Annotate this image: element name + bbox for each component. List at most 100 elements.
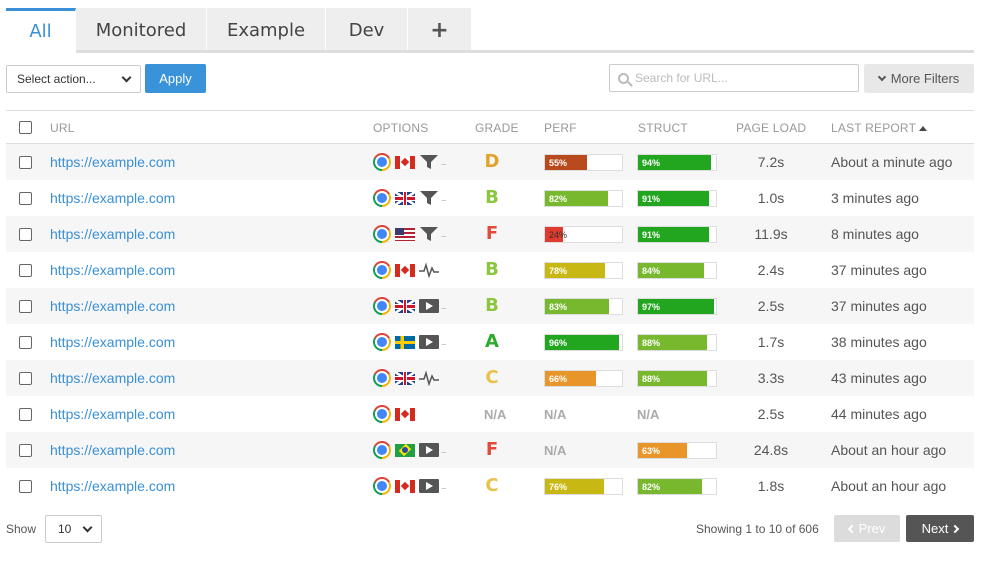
chrome-icon: [373, 369, 391, 387]
row-checkbox[interactable]: [19, 156, 32, 169]
ellipsis-icon: ...: [441, 193, 446, 203]
monitor-pulse-icon: [419, 370, 439, 387]
add-tab-button[interactable]: +: [408, 8, 472, 52]
perf-bar: 66%: [544, 370, 623, 387]
filter-icon: [419, 226, 439, 242]
search-icon: [618, 72, 629, 84]
flag-se-icon: [395, 335, 415, 349]
struct-na: N/A: [637, 407, 660, 422]
struct-bar-label: 63%: [642, 446, 661, 456]
row-checkbox[interactable]: [19, 228, 32, 241]
struct-bar: 88%: [637, 334, 717, 351]
tab-dev[interactable]: Dev: [326, 8, 408, 52]
search-input[interactable]: Search for URL...: [609, 64, 859, 92]
row-checkbox[interactable]: [19, 480, 32, 493]
options-cell: ...: [373, 153, 446, 171]
row-checkbox[interactable]: [19, 264, 32, 277]
video-icon: [419, 299, 439, 313]
tab-monitored[interactable]: Monitored: [76, 8, 207, 52]
url-link[interactable]: https://example.com: [50, 370, 175, 386]
column-perf[interactable]: PERF: [544, 121, 577, 135]
page-size-select[interactable]: 10: [45, 515, 102, 543]
struct-bar-label: 91%: [642, 194, 661, 204]
column-page-load[interactable]: PAGE LOAD: [736, 121, 806, 135]
page-load-time: 2.4s: [757, 262, 785, 278]
struct-bar: 82%: [637, 478, 717, 495]
options-cell: ...: [373, 297, 446, 315]
url-link[interactable]: https://example.com: [50, 478, 175, 494]
row-checkbox[interactable]: [19, 336, 32, 349]
row-checkbox[interactable]: [19, 300, 32, 313]
chrome-icon: [373, 153, 391, 171]
perf-bar: 82%: [544, 190, 623, 207]
chevron-down-icon: [877, 72, 886, 81]
url-link[interactable]: https://example.com: [50, 298, 175, 314]
sort-ascending-icon: [919, 126, 928, 131]
url-link[interactable]: https://example.com: [50, 190, 175, 206]
more-filters-label: More Filters: [890, 71, 960, 86]
struct-bar: 94%: [637, 154, 717, 171]
url-link[interactable]: https://example.com: [50, 226, 175, 242]
more-filters-button[interactable]: More Filters: [864, 64, 974, 93]
column-grade[interactable]: GRADE: [475, 121, 519, 135]
ellipsis-icon: ...: [441, 157, 446, 167]
struct-bar-label: 94%: [642, 158, 661, 168]
chrome-icon: [373, 189, 391, 207]
video-icon: [419, 335, 439, 349]
column-struct[interactable]: STRUCT: [638, 121, 688, 135]
url-link[interactable]: https://example.com: [50, 442, 175, 458]
video-icon: [419, 443, 439, 457]
chrome-icon: [373, 261, 391, 279]
apply-button[interactable]: Apply: [145, 64, 206, 93]
next-label: Next: [921, 521, 949, 536]
page-load-time: 24.8s: [753, 442, 789, 458]
url-link[interactable]: https://example.com: [50, 406, 175, 422]
column-url[interactable]: URL: [50, 121, 75, 135]
grade-letter: F: [485, 223, 499, 244]
row-checkbox[interactable]: [19, 444, 32, 457]
table-row: https://example.com... B 83% 97% 2.5s 37 minu…: [6, 288, 974, 324]
filter-icon: [419, 190, 439, 206]
table-row: https://example.com... A 96% 88% 1.7s 38 minu…: [6, 324, 974, 360]
select-all-checkbox[interactable]: [19, 121, 32, 134]
page-size-value: 10: [58, 522, 72, 536]
ellipsis-icon: ...: [441, 229, 446, 239]
options-cell: [373, 369, 439, 387]
prev-page-button[interactable]: Prev: [834, 515, 900, 542]
last-report-time: About a minute ago: [831, 154, 953, 170]
table-row: https://example.com... F 24% 91% 11.9s 8 minu…: [6, 216, 974, 252]
tab-example[interactable]: Example: [207, 8, 326, 52]
ellipsis-icon: ...: [441, 337, 446, 347]
url-link[interactable]: https://example.com: [50, 154, 175, 170]
ellipsis-icon: ...: [441, 445, 446, 455]
row-checkbox[interactable]: [19, 408, 32, 421]
column-last-report[interactable]: LAST REPORT: [831, 121, 928, 135]
grade-letter: D: [484, 151, 500, 172]
grade-letter: B: [485, 259, 499, 280]
grade-letter: B: [485, 295, 499, 316]
row-checkbox[interactable]: [19, 372, 32, 385]
next-page-button[interactable]: Next: [906, 515, 974, 542]
row-checkbox[interactable]: [19, 192, 32, 205]
tab-bar: All Monitored Example Dev +: [6, 8, 472, 52]
page-load-time: 1.0s: [757, 190, 785, 206]
url-link[interactable]: https://example.com: [50, 262, 175, 278]
flag-gb-icon: [395, 299, 415, 313]
grade-letter: A: [485, 331, 499, 352]
page-load-time: 3.3s: [757, 370, 785, 386]
perf-bar-label: 55%: [549, 158, 568, 168]
flag-ca-icon: [395, 407, 415, 421]
chrome-icon: [373, 225, 391, 243]
tab-all[interactable]: All: [6, 8, 76, 52]
chevron-down-icon: [121, 72, 132, 82]
table-header: URL OPTIONS GRADE PERF STRUCT PAGE LOAD …: [6, 111, 974, 144]
url-link[interactable]: https://example.com: [50, 334, 175, 350]
options-cell: ...: [373, 441, 446, 459]
struct-bar: 84%: [637, 262, 717, 279]
grade-letter: F: [485, 439, 499, 460]
bulk-action-select[interactable]: Select action...: [6, 65, 141, 93]
perf-bar: 83%: [544, 298, 623, 315]
column-last-report-label: LAST REPORT: [831, 121, 917, 135]
page-load-time: 2.5s: [757, 298, 785, 314]
chevron-down-icon: [82, 522, 93, 532]
